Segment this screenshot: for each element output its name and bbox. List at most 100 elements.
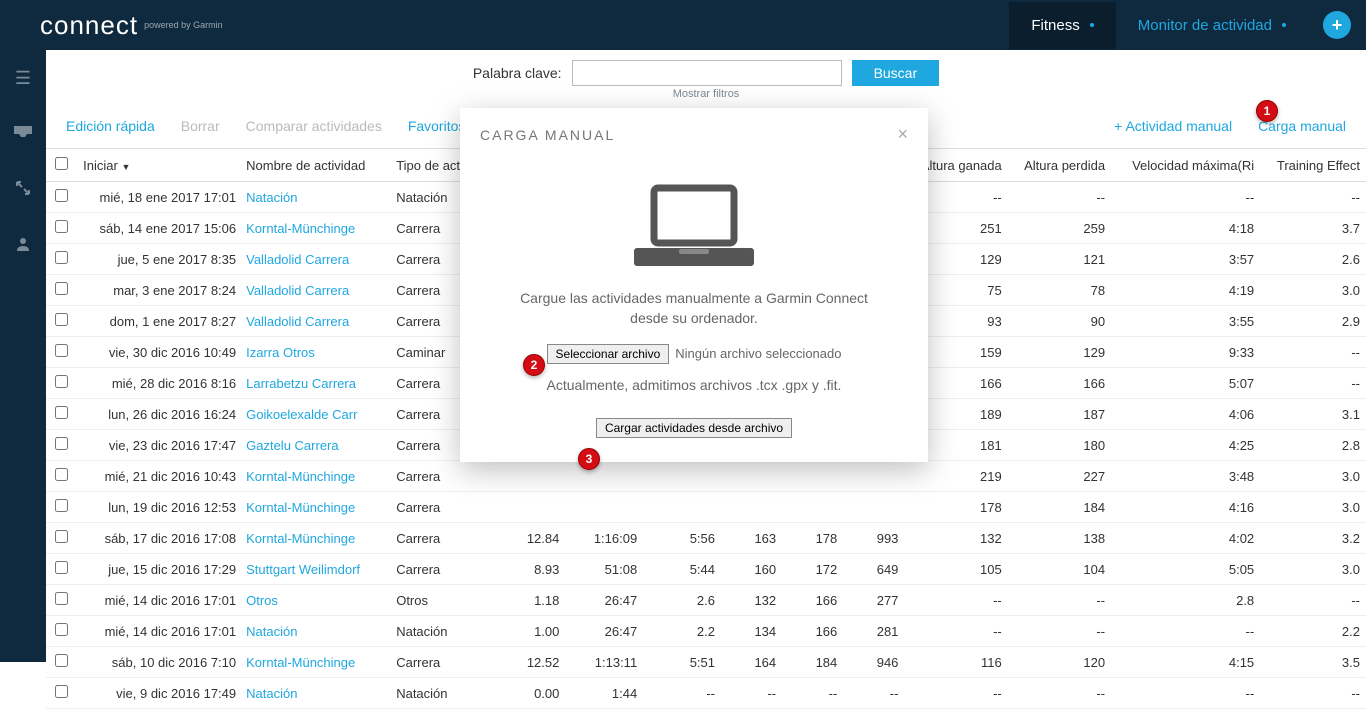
cell-date: mié, 18 ene 2017 17:01 bbox=[77, 182, 240, 213]
row-checkbox[interactable] bbox=[55, 623, 68, 636]
row-checkbox[interactable] bbox=[55, 437, 68, 450]
quick-edit-link[interactable]: Edición rápida bbox=[66, 118, 155, 134]
tab-fitness[interactable]: Fitness bbox=[1009, 2, 1115, 49]
cell-c10: 649 bbox=[843, 554, 904, 585]
cell-el: 138 bbox=[1008, 523, 1111, 554]
cell-el: -- bbox=[1008, 182, 1111, 213]
row-checkbox[interactable] bbox=[55, 282, 68, 295]
col-name[interactable]: Nombre de actividad bbox=[240, 149, 390, 182]
activity-link[interactable]: Korntal-Münchinge bbox=[246, 655, 355, 670]
activity-link[interactable]: Goikoelexalde Carr bbox=[246, 407, 357, 422]
col-te[interactable]: Training Effect bbox=[1260, 149, 1366, 182]
topbar: connect powered by Garmin Fitness Monito… bbox=[0, 0, 1366, 50]
row-checkbox[interactable] bbox=[55, 251, 68, 264]
favorites-link[interactable]: Favoritos bbox=[408, 118, 466, 134]
activity-link[interactable]: Stuttgart Weilimdorf bbox=[246, 562, 360, 577]
cell-te: -- bbox=[1260, 337, 1366, 368]
cell-date: sáb, 14 ene 2017 15:06 bbox=[77, 213, 240, 244]
cell-name: Valladolid Carrera bbox=[240, 244, 390, 275]
col-start[interactable]: Iniciar bbox=[83, 158, 118, 173]
inbox-icon[interactable] bbox=[14, 124, 32, 145]
cell-el: 227 bbox=[1008, 461, 1111, 492]
tab-monitor[interactable]: Monitor de actividad bbox=[1116, 2, 1308, 49]
cell-name: Izarra Otros bbox=[240, 337, 390, 368]
cell-name: Larrabetzu Carrera bbox=[240, 368, 390, 399]
cell-c9 bbox=[782, 461, 843, 492]
row-checkbox[interactable] bbox=[55, 592, 68, 605]
cell-name: Natación bbox=[240, 182, 390, 213]
cell-ms: 4:06 bbox=[1111, 399, 1260, 430]
delete-link[interactable]: Borrar bbox=[181, 118, 220, 134]
activity-link[interactable]: Larrabetzu Carrera bbox=[246, 376, 356, 391]
row-checkbox[interactable] bbox=[55, 468, 68, 481]
manual-upload-modal: CARGA MANUAL × Cargue las actividades ma… bbox=[460, 108, 928, 462]
cell-c6: 1:13:11 bbox=[565, 647, 643, 678]
filters-link[interactable]: Mostrar filtros bbox=[46, 88, 1366, 100]
cell-c5: 12.52 bbox=[504, 647, 565, 678]
cell-ms: 2.8 bbox=[1111, 585, 1260, 616]
activity-link[interactable]: Natación bbox=[246, 624, 297, 639]
search-row: Palabra clave: Buscar bbox=[46, 50, 1366, 88]
activity-link[interactable]: Natación bbox=[246, 686, 297, 701]
activity-link[interactable]: Otros bbox=[246, 593, 278, 608]
cell-ms: -- bbox=[1111, 616, 1260, 647]
cell-date: vie, 9 dic 2016 17:49 bbox=[77, 678, 240, 709]
activity-link[interactable]: Korntal-Münchinge bbox=[246, 469, 355, 484]
search-label: Palabra clave: bbox=[473, 65, 562, 81]
activity-link[interactable]: Korntal-Münchinge bbox=[246, 221, 355, 236]
table-row: jue, 15 dic 2016 17:29Stuttgart Weilimdo… bbox=[46, 554, 1366, 585]
row-checkbox[interactable] bbox=[55, 189, 68, 202]
activity-link[interactable]: Valladolid Carrera bbox=[246, 252, 349, 267]
row-checkbox[interactable] bbox=[55, 685, 68, 698]
compare-link[interactable]: Comparar actividades bbox=[246, 118, 382, 134]
cell-c5 bbox=[504, 461, 565, 492]
activity-link[interactable]: Izarra Otros bbox=[246, 345, 315, 360]
hamburger-icon[interactable]: ☰ bbox=[15, 68, 31, 89]
row-checkbox[interactable] bbox=[55, 530, 68, 543]
row-checkbox[interactable] bbox=[55, 499, 68, 512]
cell-name: Korntal-Münchinge bbox=[240, 647, 390, 678]
activity-link[interactable]: Korntal-Münchinge bbox=[246, 500, 355, 515]
row-checkbox[interactable] bbox=[55, 561, 68, 574]
activity-link[interactable]: Gaztelu Carrera bbox=[246, 438, 338, 453]
activity-link[interactable]: Valladolid Carrera bbox=[246, 314, 349, 329]
cell-te: 3.0 bbox=[1260, 461, 1366, 492]
sidebar: ☰ bbox=[0, 50, 46, 662]
cell-c6 bbox=[565, 492, 643, 523]
cell-te: 2.9 bbox=[1260, 306, 1366, 337]
row-checkbox[interactable] bbox=[55, 313, 68, 326]
close-icon[interactable]: × bbox=[897, 124, 908, 145]
sync-icon[interactable] bbox=[15, 180, 31, 201]
cell-name: Korntal-Münchinge bbox=[240, 492, 390, 523]
row-checkbox[interactable] bbox=[55, 406, 68, 419]
row-checkbox[interactable] bbox=[55, 654, 68, 667]
cell-date: mié, 14 dic 2016 17:01 bbox=[77, 616, 240, 647]
search-input[interactable] bbox=[572, 60, 842, 86]
cell-el: 259 bbox=[1008, 213, 1111, 244]
activity-link[interactable]: Natación bbox=[246, 190, 297, 205]
row-checkbox[interactable] bbox=[55, 220, 68, 233]
cell-date: sáb, 10 dic 2016 7:10 bbox=[77, 647, 240, 678]
cell-date: sáb, 17 dic 2016 17:08 bbox=[77, 523, 240, 554]
select-all-checkbox[interactable] bbox=[55, 157, 68, 170]
user-icon[interactable] bbox=[15, 236, 31, 257]
col-max-speed[interactable]: Velocidad máxima(Ri bbox=[1111, 149, 1260, 182]
cell-c7: 5:56 bbox=[643, 523, 721, 554]
search-button[interactable]: Buscar bbox=[852, 60, 940, 86]
row-checkbox[interactable] bbox=[55, 344, 68, 357]
cell-el: 120 bbox=[1008, 647, 1111, 678]
select-file-button[interactable]: Seleccionar archivo bbox=[547, 344, 670, 364]
add-button[interactable]: + bbox=[1323, 11, 1351, 39]
cell-c10 bbox=[843, 492, 904, 523]
col-elev-loss[interactable]: Altura perdida bbox=[1008, 149, 1111, 182]
manual-activity-link[interactable]: + Actividad manual bbox=[1114, 118, 1232, 134]
cell-c6: 26:47 bbox=[565, 616, 643, 647]
activity-link[interactable]: Valladolid Carrera bbox=[246, 283, 349, 298]
upload-button[interactable]: Cargar actividades desde archivo bbox=[596, 418, 792, 438]
cell-name: Valladolid Carrera bbox=[240, 306, 390, 337]
activity-link[interactable]: Korntal-Münchinge bbox=[246, 531, 355, 546]
cell-c7 bbox=[643, 492, 721, 523]
cell-date: lun, 26 dic 2016 16:24 bbox=[77, 399, 240, 430]
row-checkbox[interactable] bbox=[55, 375, 68, 388]
annotation-2: 2 bbox=[523, 354, 545, 376]
